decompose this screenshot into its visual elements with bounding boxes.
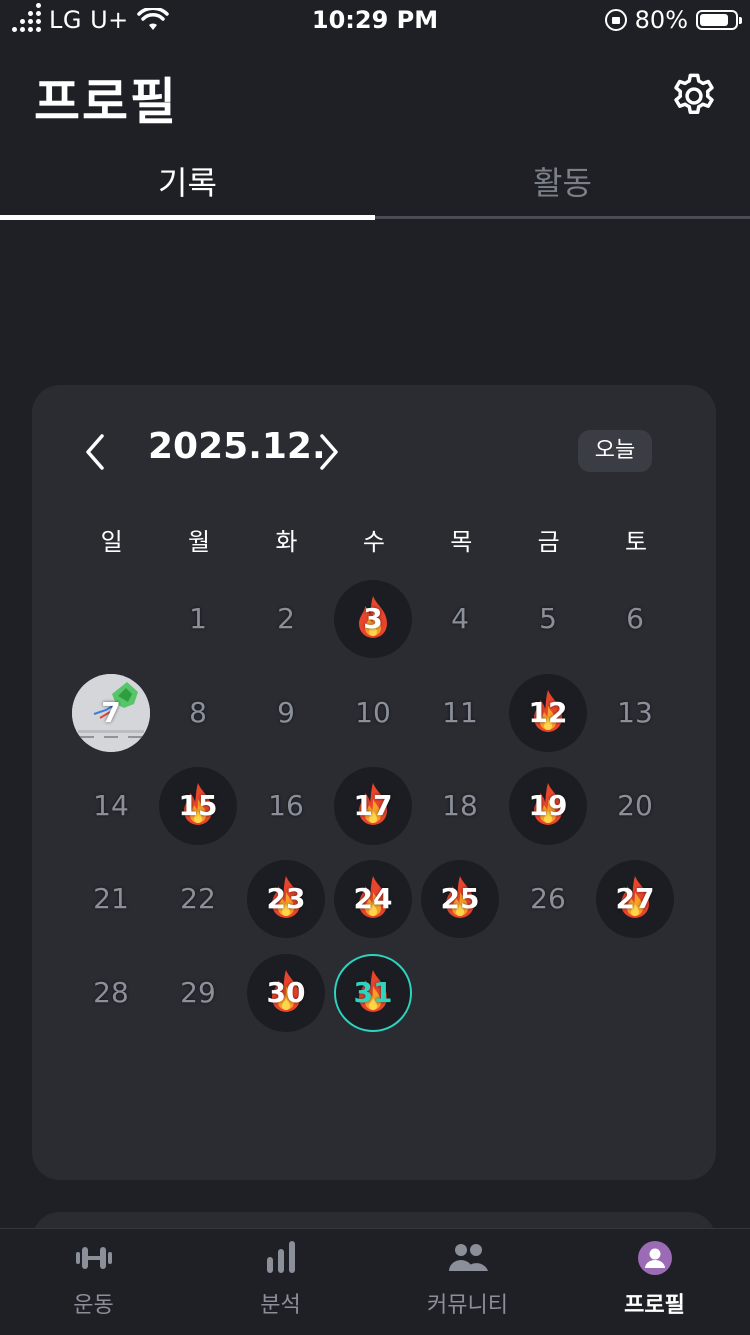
profile-icon bbox=[638, 1241, 672, 1275]
weekday-label: 토 bbox=[624, 528, 648, 556]
calendar-day[interactable]: 18 bbox=[421, 767, 499, 845]
calendar-day[interactable]: 4 bbox=[421, 580, 499, 658]
calendar-day[interactable]: 5 bbox=[509, 580, 587, 658]
weekday-label: 화 bbox=[275, 528, 298, 556]
calendar-day-number: 5 bbox=[539, 602, 557, 635]
nav-analysis[interactable]: 분석 bbox=[187, 1229, 374, 1335]
calendar-day[interactable]: 24 bbox=[334, 860, 412, 938]
rotation-lock-icon bbox=[604, 9, 627, 31]
calendar-day-number: 19 bbox=[528, 789, 568, 822]
calendar-day[interactable]: 14 bbox=[72, 767, 150, 845]
people-icon bbox=[449, 1244, 488, 1271]
calendar-day[interactable]: 2 bbox=[247, 580, 325, 658]
calendar-day[interactable]: 28 bbox=[72, 954, 150, 1032]
chevron-left-icon[interactable] bbox=[82, 432, 110, 472]
calendar-day[interactable]: 19 bbox=[509, 767, 587, 845]
calendar-day[interactable]: 3 bbox=[334, 580, 412, 658]
page-title: 프로필 bbox=[34, 73, 178, 131]
tab-indicator-inactive bbox=[375, 216, 750, 219]
calendar-day[interactable]: 15 bbox=[159, 767, 237, 845]
calendar-day-number: 24 bbox=[353, 882, 393, 915]
status-bar: LG U+ 10:29 PM 80% bbox=[0, 0, 750, 40]
calendar-day-number: 29 bbox=[180, 976, 216, 1009]
tab-bar: 기록 활동 bbox=[0, 140, 750, 220]
weekday-label: 목 bbox=[450, 528, 473, 556]
calendar-day-number: 13 bbox=[617, 696, 653, 729]
calendar-day[interactable]: 22 bbox=[159, 860, 237, 938]
calendar-day-number: 1 bbox=[189, 602, 207, 635]
calendar-day-number: 16 bbox=[268, 789, 304, 822]
gear-icon[interactable] bbox=[668, 70, 720, 122]
calendar-day-number: 12 bbox=[528, 696, 568, 729]
nav-label: 운동 bbox=[73, 1293, 114, 1318]
calendar-day[interactable]: 21 bbox=[72, 860, 150, 938]
calendar-day[interactable]: 1 bbox=[159, 580, 237, 658]
calendar-day[interactable]: 27 bbox=[596, 860, 674, 938]
calendar-day[interactable]: 31 bbox=[334, 954, 412, 1032]
calendar-day-number: 20 bbox=[617, 789, 653, 822]
weekday-label: 월 bbox=[188, 528, 211, 556]
calendar-day-number: 22 bbox=[180, 882, 216, 915]
calendar-day[interactable]: 20 bbox=[596, 767, 674, 845]
calendar-day[interactable]: 7 bbox=[72, 674, 150, 752]
calendar-day-number: 15 bbox=[178, 789, 218, 822]
calendar-day-number: 7 bbox=[101, 696, 121, 729]
calendar-day[interactable]: 16 bbox=[247, 767, 325, 845]
calendar-day[interactable]: 23 bbox=[247, 860, 325, 938]
calendar-day-number: 8 bbox=[189, 696, 207, 729]
nav-label: 프로필 bbox=[624, 1293, 685, 1318]
weekday-label: 일 bbox=[100, 528, 123, 556]
tab-indicator-active bbox=[0, 215, 375, 220]
calendar-day[interactable]: 25 bbox=[421, 860, 499, 938]
calendar-day[interactable]: 17 bbox=[334, 767, 412, 845]
calendar-day-number: 9 bbox=[277, 696, 295, 729]
calendar-day-number: 23 bbox=[266, 882, 306, 915]
weekday-label: 금 bbox=[537, 528, 560, 556]
tab-activity[interactable]: 활동 bbox=[375, 158, 750, 204]
calendar-day-number: 6 bbox=[626, 602, 644, 635]
calendar-month: 2025.12. bbox=[148, 426, 326, 467]
today-button[interactable]: 오늘 bbox=[578, 430, 652, 472]
calendar-day-number: 26 bbox=[530, 882, 566, 915]
calendar-day-number: 4 bbox=[451, 602, 469, 635]
calendar-day[interactable]: 26 bbox=[509, 860, 587, 938]
calendar-day-number: 17 bbox=[353, 789, 393, 822]
calendar-day[interactable]: 13 bbox=[596, 674, 674, 752]
weekday-label: 수 bbox=[362, 528, 385, 556]
calendar-day-number: 30 bbox=[266, 976, 306, 1009]
calendar-day[interactable]: 8 bbox=[159, 674, 237, 752]
weekday-header: 일 월 화 수 목 금 토 bbox=[68, 522, 680, 557]
dumbbell-icon bbox=[76, 1247, 112, 1269]
calendar-day-number: 31 bbox=[353, 976, 393, 1009]
calendar-day-number: 11 bbox=[442, 696, 478, 729]
calendar-day-number: 21 bbox=[93, 882, 129, 915]
calendar-day[interactable]: 10 bbox=[334, 674, 412, 752]
nav-profile[interactable]: 프로필 bbox=[561, 1229, 748, 1335]
calendar-day[interactable]: 9 bbox=[247, 674, 325, 752]
calendar-day[interactable]: 12 bbox=[509, 674, 587, 752]
tab-records[interactable]: 기록 bbox=[0, 158, 375, 204]
calendar-day-number: 2 bbox=[277, 602, 295, 635]
calendar-day-number: 28 bbox=[93, 976, 129, 1009]
nav-community[interactable]: 커뮤니티 bbox=[374, 1229, 561, 1335]
calendar-day-number: 25 bbox=[440, 882, 480, 915]
bar-chart-icon bbox=[267, 1241, 295, 1273]
nav-exercise[interactable]: 운동 bbox=[0, 1229, 187, 1335]
calendar-day-number: 14 bbox=[93, 789, 129, 822]
battery-icon bbox=[696, 10, 742, 30]
calendar-day[interactable]: 29 bbox=[159, 954, 237, 1032]
nav-label: 분석 bbox=[260, 1293, 301, 1318]
nav-label: 커뮤니티 bbox=[427, 1293, 508, 1318]
calendar-day[interactable]: 6 bbox=[596, 580, 674, 658]
battery-percent: 80% bbox=[634, 6, 688, 34]
status-right: 80% bbox=[604, 6, 742, 34]
calendar-day-number: 27 bbox=[615, 882, 655, 915]
bottom-nav: 운동 분석 커뮤니티 프로필 bbox=[0, 1228, 750, 1335]
calendar-day-number: 18 bbox=[442, 789, 478, 822]
calendar-day[interactable]: 11 bbox=[421, 674, 499, 752]
calendar-day-number: 3 bbox=[363, 602, 383, 635]
calendar-day[interactable]: 30 bbox=[247, 954, 325, 1032]
calendar-day-number: 10 bbox=[355, 696, 391, 729]
chevron-right-icon[interactable] bbox=[314, 432, 342, 472]
